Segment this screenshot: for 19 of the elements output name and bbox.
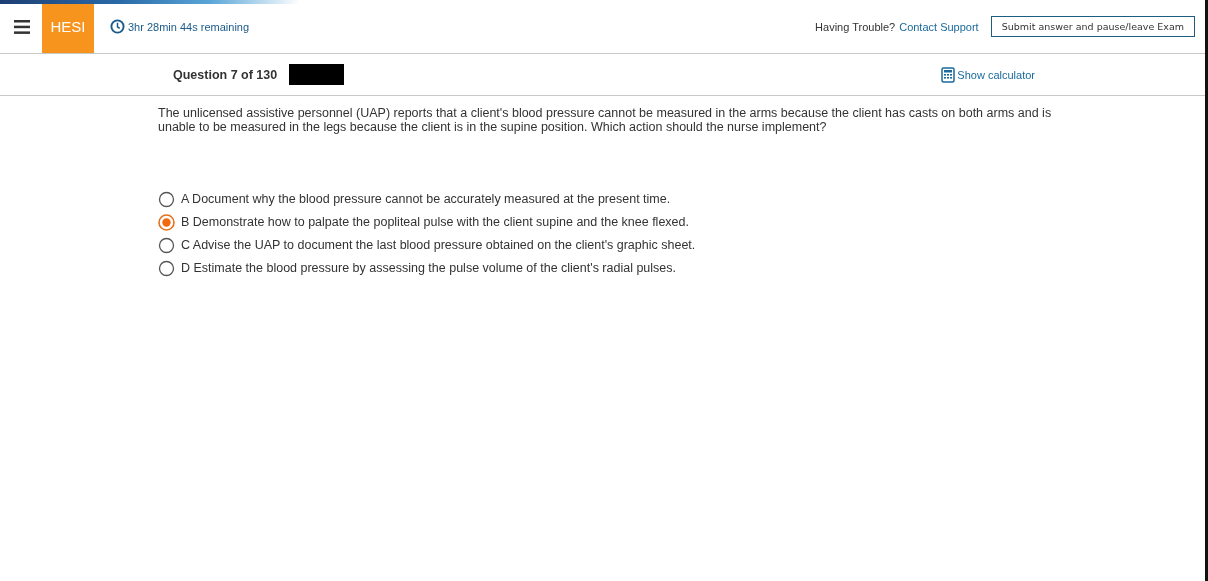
menu-icon bbox=[14, 19, 30, 34]
answer-option[interactable]: D Estimate the blood pressure by assessing the pulse volume of the client's radial pulses. bbox=[181, 260, 676, 277]
show-calculator-link[interactable]: Show calculator bbox=[941, 66, 1035, 83]
calculator-icon bbox=[941, 66, 956, 83]
clock-icon bbox=[110, 19, 125, 34]
radio-button[interactable] bbox=[158, 214, 175, 231]
radio-button[interactable] bbox=[158, 237, 175, 254]
submit-button[interactable]: Submit answer and pause/leave Exam bbox=[990, 16, 1195, 37]
answer-option[interactable]: B Demonstrate how to palpate the popliteal pulse with the client supine and the knee flexed. bbox=[181, 214, 689, 231]
question-counter: Question 7 of 130 bbox=[173, 67, 278, 82]
time-remaining: 3hr 28min 44s remaining bbox=[128, 20, 250, 33]
question-text: The unlicensed assistive personnel (UAP) reports that a client's blood pressure cannot be measured in the arms because the client has casts on both arms and is unable to be measured in the legs because the client is in the supine position. Which action should the nurse implement? bbox=[158, 106, 1053, 134]
contact-support-link[interactable]: Contact Support bbox=[899, 20, 979, 33]
radio-button[interactable] bbox=[158, 191, 175, 208]
answer-option[interactable]: C Advise the UAP to document the last blood pressure obtained on the client's graphic sheet. bbox=[181, 237, 696, 254]
redaction-block bbox=[289, 64, 345, 85]
help-text: Having Trouble? bbox=[815, 20, 896, 33]
radio-button[interactable] bbox=[158, 260, 175, 277]
answer-option[interactable]: A Document why the blood pressure cannot be accurately measured at the present time. bbox=[181, 191, 671, 208]
